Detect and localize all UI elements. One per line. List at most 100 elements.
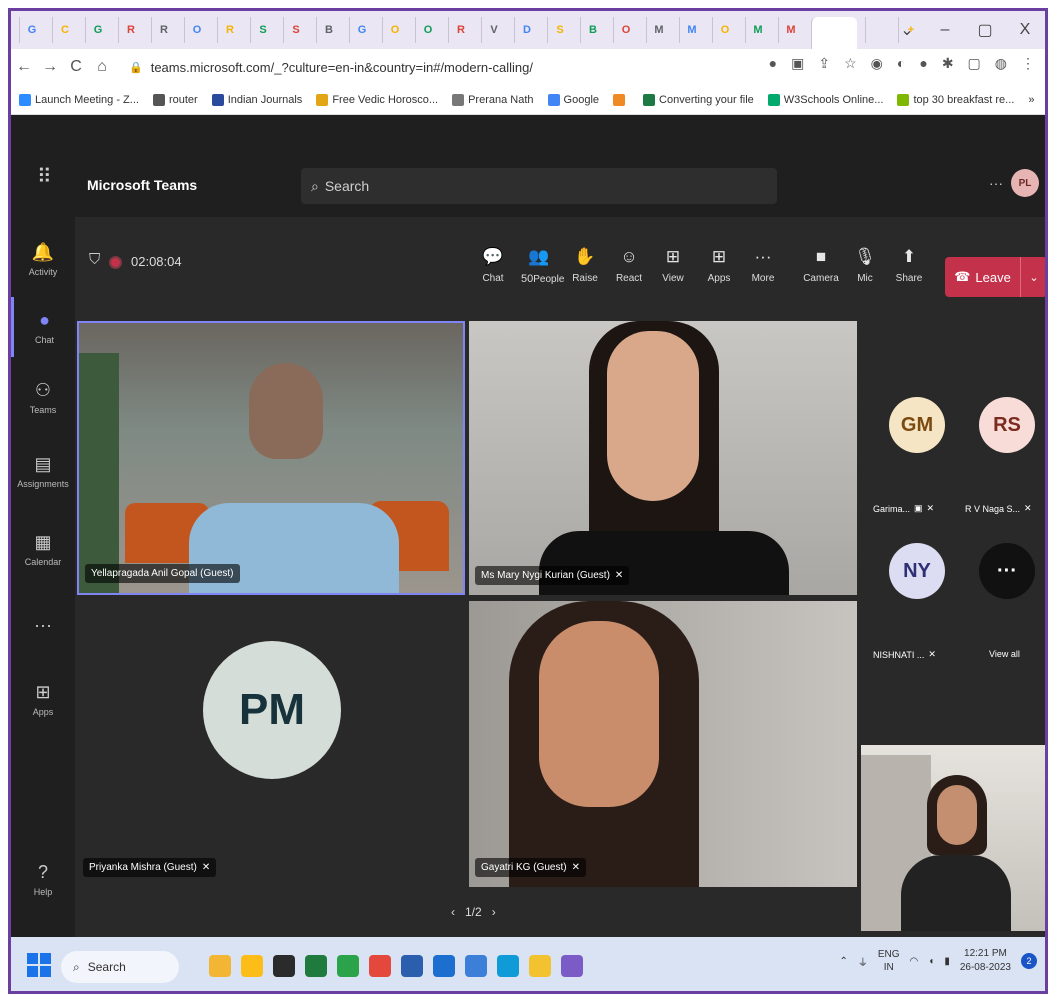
browser-tab[interactable]: G xyxy=(349,17,374,43)
browser-tab[interactable]: G xyxy=(85,17,110,43)
notification-badge[interactable]: 2 xyxy=(1021,953,1037,969)
browser-tab[interactable]: G xyxy=(19,17,44,43)
taskbar-app-icon[interactable] xyxy=(561,955,583,977)
taskbar-app-icon[interactable] xyxy=(369,955,391,977)
windows-start-icon[interactable] xyxy=(27,953,51,977)
bookmark-item[interactable]: Prerana Nath xyxy=(452,93,534,106)
toolbar-camera-button[interactable]: ■ Camera xyxy=(801,247,841,284)
browser-tab[interactable] xyxy=(811,17,857,49)
browser-tab[interactable]: M xyxy=(778,17,803,43)
language-indicator[interactable]: ENG IN xyxy=(878,948,900,974)
toolbar-react-button[interactable]: ☺ React xyxy=(609,247,649,284)
rail-item-apps[interactable]: ⊞ Apps xyxy=(11,669,75,729)
taskbar-app-icon[interactable] xyxy=(241,955,263,977)
taskbar-search[interactable]: ⌕ Search xyxy=(61,951,179,983)
bookmark-star-icon[interactable]: ☆ xyxy=(844,55,857,72)
toolbar-share-button[interactable]: ⬆ Share xyxy=(889,247,929,284)
search-input[interactable]: ⌕ Search xyxy=(301,168,777,204)
header-more-button[interactable]: ··· xyxy=(989,175,1003,191)
roster-avatar-rs[interactable]: RS xyxy=(979,397,1035,453)
toolbar-people-button[interactable]: 👥 50People xyxy=(519,247,564,285)
browser-tab[interactable]: O xyxy=(613,17,638,43)
prev-page-button[interactable]: ‹ xyxy=(451,905,455,919)
battery-icon[interactable]: ▮ xyxy=(944,956,950,967)
taskbar-app-icon[interactable] xyxy=(465,955,487,977)
profile-icon[interactable]: ◍ xyxy=(995,55,1007,72)
rail-item-help[interactable]: ? Help xyxy=(11,849,75,909)
taskbar-app-icon[interactable] xyxy=(529,955,551,977)
browser-tab[interactable]: O xyxy=(415,17,440,43)
toolbar-raise-button[interactable]: ✋ Raise xyxy=(565,247,605,284)
roster-avatar-ny[interactable]: NY xyxy=(889,543,945,599)
toolbar-more-button[interactable]: ··· More xyxy=(743,247,783,284)
back-button[interactable]: ← xyxy=(11,58,37,76)
toolbar-view-button[interactable]: ⊞ View xyxy=(653,247,693,284)
menu-dots-icon[interactable]: ⋮ xyxy=(1021,55,1035,72)
browser-tab[interactable]: M xyxy=(646,17,671,43)
toolbar-chat-button[interactable]: 💬 Chat xyxy=(473,247,513,284)
sidebar-icon[interactable]: ▢ xyxy=(968,55,981,72)
rail-item-more[interactable]: ··· xyxy=(11,595,75,655)
browser-tab[interactable]: R xyxy=(151,17,176,43)
url-field[interactable]: 🔒 teams.microsoft.com/_?culture=en-in&co… xyxy=(129,55,749,79)
share-icon[interactable]: ⇪ xyxy=(818,55,830,72)
chevron-up-icon[interactable]: ⌃ xyxy=(839,956,847,967)
browser-tab[interactable]: R xyxy=(118,17,143,43)
browser-tab[interactable]: O xyxy=(712,17,737,43)
browser-tab[interactable]: M xyxy=(745,17,770,43)
extension-icon-3[interactable]: ● xyxy=(919,55,927,72)
bookmark-item[interactable]: Converting your file xyxy=(643,93,754,106)
puzzle-icon[interactable]: ✱ xyxy=(942,55,954,72)
taskbar-app-icon[interactable] xyxy=(401,955,423,977)
video-tile[interactable]: Gayatri KG (Guest) ✕ xyxy=(469,601,857,887)
app-launcher-icon[interactable]: ⠿ xyxy=(37,167,52,187)
user-avatar[interactable]: PL xyxy=(1011,169,1039,197)
next-page-button[interactable]: › xyxy=(492,905,496,919)
browser-tab[interactable]: O xyxy=(184,17,209,43)
taskbar-app-icon[interactable] xyxy=(209,955,231,977)
rail-item-chat[interactable]: ● Chat xyxy=(11,297,75,357)
camera-blocked-icon[interactable]: ● xyxy=(769,55,777,72)
browser-tab[interactable]: S xyxy=(547,17,572,43)
extension-icon[interactable]: ◉ xyxy=(871,55,883,72)
taskbar-app-icon[interactable] xyxy=(433,955,455,977)
leave-options-chevron-icon[interactable]: ⌄ xyxy=(1021,271,1045,284)
bookmark-item[interactable] xyxy=(613,93,629,106)
browser-tab[interactable]: V xyxy=(481,17,506,43)
self-view-tile[interactable] xyxy=(861,745,1045,931)
volume-icon[interactable]: ◖ xyxy=(928,956,934,967)
browser-tab[interactable]: R xyxy=(448,17,473,43)
taskbar-app-icon[interactable] xyxy=(305,955,327,977)
bookmark-item[interactable]: W3Schools Online... xyxy=(767,93,883,106)
bookmark-item[interactable]: router xyxy=(152,93,198,106)
rail-item-activity[interactable]: 🔔 Activity xyxy=(11,229,75,289)
browser-tab[interactable]: S xyxy=(250,17,275,43)
wifi-icon[interactable]: ◠ xyxy=(910,956,919,967)
bookmark-item[interactable]: Free Vedic Horosco... xyxy=(316,93,438,106)
minimize-button[interactable]: – xyxy=(925,11,965,49)
rail-item-assignments[interactable]: ▤ Assignments xyxy=(11,441,75,501)
forward-button[interactable]: → xyxy=(37,58,63,76)
video-tile[interactable]: Ms Mary Nygi Kurian (Guest) ✕ xyxy=(469,321,857,595)
browser-tab[interactable]: R xyxy=(217,17,242,43)
browser-tab[interactable]: M xyxy=(679,17,704,43)
browser-tab[interactable]: S xyxy=(283,17,308,43)
translate-icon[interactable]: ▣ xyxy=(791,55,804,72)
toolbar-mic-button[interactable]: 🎙 Mic xyxy=(845,247,885,284)
bookmark-item[interactable]: Google xyxy=(547,93,599,106)
browser-tab[interactable]: C xyxy=(52,17,77,43)
rail-item-teams[interactable]: ⚇ Teams xyxy=(11,367,75,427)
bookmark-item[interactable]: top 30 breakfast re... xyxy=(897,93,1014,106)
bookmarks-overflow-button[interactable]: » xyxy=(1028,94,1034,106)
rail-item-calendar[interactable]: ▦ Calendar xyxy=(11,519,75,579)
taskbar-app-icon[interactable] xyxy=(273,955,295,977)
toolbar-apps-button[interactable]: ⊞ Apps xyxy=(699,247,739,284)
leave-button[interactable]: ☎ Leave ⌄ xyxy=(945,257,1045,297)
video-tile[interactable]: Yellapragada Anil Gopal (Guest) xyxy=(77,321,465,595)
browser-tab[interactable]: B xyxy=(316,17,341,43)
avatar-tile[interactable]: PM Priyanka Mishra (Guest) ✕ xyxy=(77,601,465,887)
bookmark-item[interactable]: Indian Journals xyxy=(211,93,302,106)
clock[interactable]: 12:21 PM 26-08-2023 xyxy=(960,947,1011,975)
browser-tab[interactable]: B xyxy=(580,17,605,43)
view-all-button[interactable]: ··· xyxy=(979,543,1035,599)
